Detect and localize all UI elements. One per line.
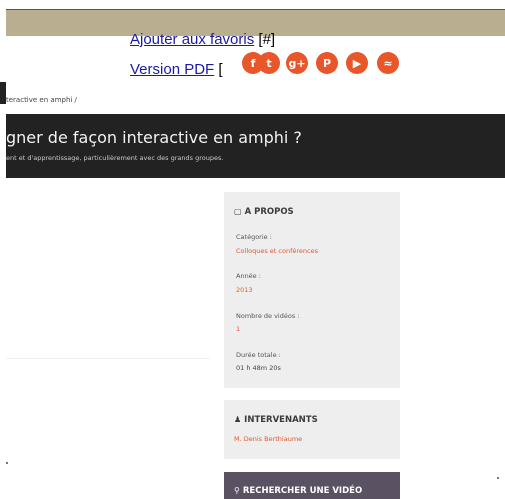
search-card: ⚲ RECHERCHER UNE VIDÉO <box>224 472 400 499</box>
duration-label: Durée totale : <box>236 351 281 359</box>
page-subtitle: ent et d'apprentissage, particulièrement… <box>6 154 224 162</box>
add-to-favorites-link[interactable]: Ajouter aux favoris <box>130 31 254 48</box>
favorites-suffix: [#] <box>258 31 276 48</box>
pinterest-icon[interactable]: P <box>316 52 338 74</box>
speakers-title: INTERVENANTS <box>244 415 318 425</box>
google-plus-icon[interactable]: g+ <box>286 52 308 74</box>
breadcrumb: teractive en amphi / <box>6 96 77 104</box>
speaker-link[interactable]: M. Denis Berthiaume <box>234 435 302 443</box>
search-title: RECHERCHER UNE VIDÉO <box>242 486 363 496</box>
stray-dot <box>497 477 499 479</box>
videos-count-label: Nombre de vidéos : <box>236 312 300 320</box>
favorites-row: Ajouter aux favoris [#] <box>130 31 275 48</box>
category-label: Catégorie : <box>236 233 272 241</box>
search-heading: ⚲ RECHERCHER UNE VIDÉO <box>234 486 362 496</box>
user-icon: ♟ <box>234 415 242 424</box>
stray-dot <box>6 462 8 464</box>
youtube-icon[interactable]: ▶ <box>346 52 368 74</box>
speakers-heading: ♟ INTERVENANTS <box>234 415 318 425</box>
rss-icon[interactable]: ≈ <box>377 52 399 74</box>
pdf-version-link[interactable]: Version PDF <box>130 61 214 78</box>
page-title: gner de façon interactive en amphi ? <box>6 128 302 147</box>
videos-count-value: 1 <box>236 325 241 333</box>
year-link[interactable]: 2013 <box>236 286 253 294</box>
bookmark-icon: ▢ <box>234 207 242 216</box>
category-link[interactable]: Colloques et conférences <box>236 247 318 255</box>
pdf-row: Version PDF [ <box>130 61 223 78</box>
duration-value: 01 h 48m 20s <box>236 364 281 372</box>
content-divider <box>6 358 210 359</box>
about-heading: ▢ A PROPOS <box>234 207 294 217</box>
speakers-card: ♟ INTERVENANTS M. Denis Berthiaume <box>224 400 400 459</box>
pdf-suffix: [ <box>218 61 223 78</box>
search-icon: ⚲ <box>234 486 240 495</box>
twitter-icon[interactable]: t <box>258 52 280 74</box>
about-card: ▢ A PROPOS Catégorie : Colloques et confé… <box>224 192 400 388</box>
about-title: A PROPOS <box>244 207 294 217</box>
year-label: Année : <box>236 272 261 280</box>
